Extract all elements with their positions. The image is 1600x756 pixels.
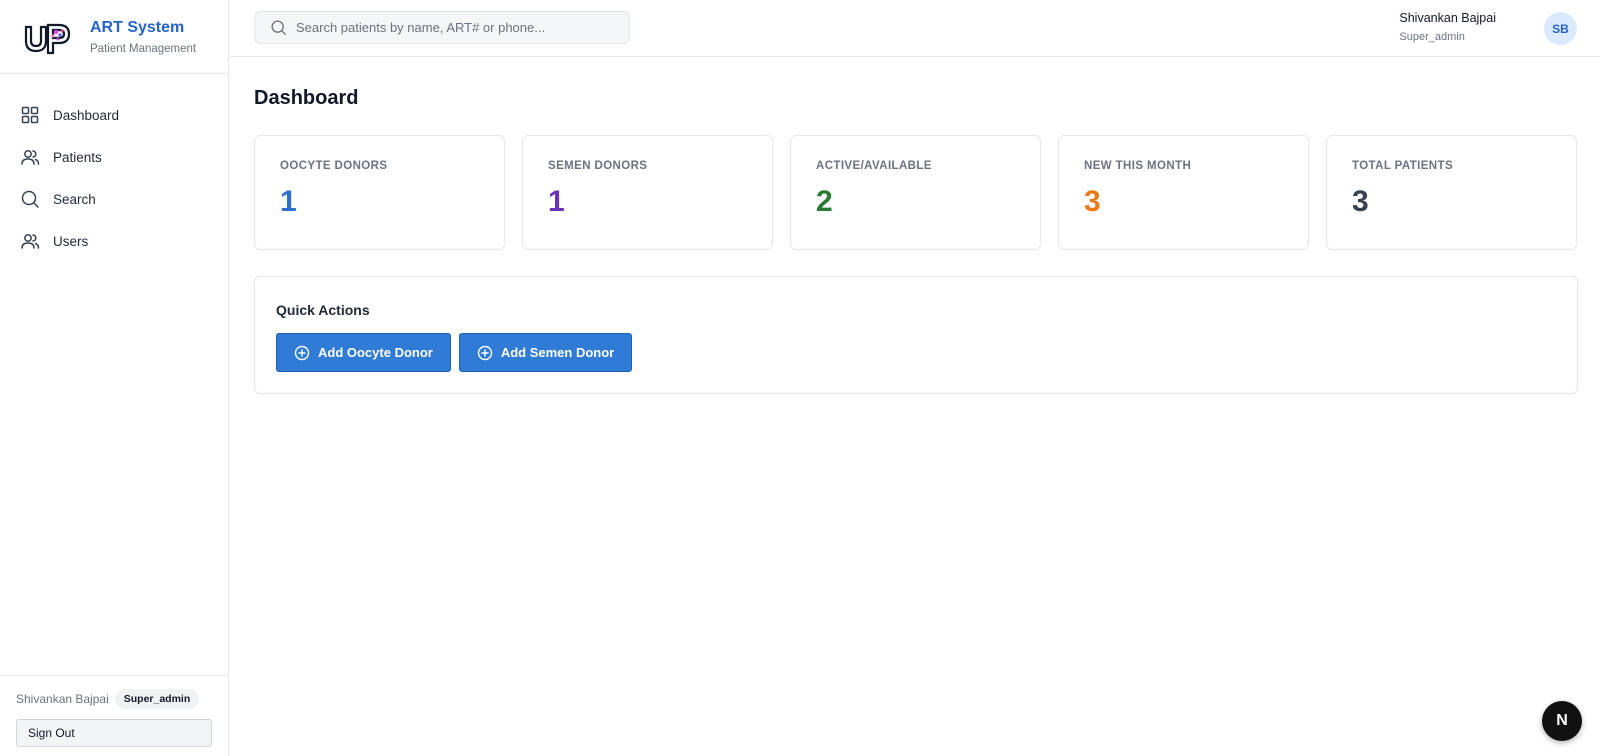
quick-actions-buttons: Add Oocyte Donor Add Semen Donor bbox=[276, 333, 1577, 372]
stat-card-semen-donors: SEMEN DONORS 1 bbox=[522, 135, 773, 250]
add-oocyte-donor-button[interactable]: Add Oocyte Donor bbox=[276, 333, 451, 372]
search-icon bbox=[270, 19, 287, 36]
app-title: ART System bbox=[90, 19, 185, 36]
stat-value: 3 bbox=[1084, 185, 1101, 218]
sidebar-footer: Shivankan Bajpai Super_admin Sign Out bbox=[0, 675, 228, 756]
brand-header: ART System Patient Management bbox=[0, 0, 228, 74]
sidebar-item-label: Dashboard bbox=[53, 107, 120, 123]
sidebar-item-users[interactable]: Users bbox=[0, 220, 228, 262]
button-label: Add Semen Donor bbox=[500, 345, 615, 360]
sidebar-user-name: Shivankan Bajpai bbox=[16, 692, 109, 706]
sidebar-user: Shivankan Bajpai Super_admin bbox=[16, 689, 212, 709]
search-bar bbox=[254, 11, 630, 44]
app-subtitle: Patient Management bbox=[90, 43, 197, 55]
page-title: Dashboard bbox=[254, 87, 359, 109]
brand-text: ART System Patient Management bbox=[90, 18, 196, 55]
role-badge: Super_admin bbox=[114, 689, 200, 709]
stat-value: 1 bbox=[548, 185, 565, 218]
plus-circle-icon bbox=[477, 345, 493, 361]
main-content: Dashboard OOCYTE DONORS 1 SEMEN DONORS 1… bbox=[254, 57, 1578, 394]
sign-out-button[interactable]: Sign Out bbox=[16, 719, 212, 747]
search-input[interactable] bbox=[296, 20, 616, 35]
quick-actions-title: Quick Actions bbox=[276, 302, 370, 318]
stat-card-total-patients: TOTAL PATIENTS 3 bbox=[1326, 135, 1577, 250]
stat-card-new-this-month: NEW THIS MONTH 3 bbox=[1058, 135, 1309, 250]
sidebar-item-patients[interactable]: Patients bbox=[0, 136, 228, 178]
sidebar-nav: Dashboard Patients Search Users bbox=[0, 74, 228, 262]
users-icon bbox=[20, 147, 40, 167]
stat-value: 3 bbox=[1352, 185, 1369, 218]
sidebar-item-dashboard[interactable]: Dashboard bbox=[0, 94, 228, 136]
top-user-info: Shivankan Bajpai Super_admin bbox=[1399, 11, 1496, 43]
stat-value: 1 bbox=[280, 185, 297, 218]
button-label: Add Oocyte Donor bbox=[318, 345, 433, 360]
stat-card-active-available: ACTIVE/AVAILABLE 2 bbox=[790, 135, 1041, 250]
top-user-role: Super_admin bbox=[1399, 31, 1465, 43]
sidebar: ART System Patient Management Dashboard … bbox=[0, 0, 229, 756]
plus-circle-icon bbox=[294, 345, 310, 361]
topbar: Shivankan Bajpai Super_admin SB bbox=[229, 0, 1600, 57]
stat-card-oocyte-donors: OOCYTE DONORS 1 bbox=[254, 135, 505, 250]
top-user-name: Shivankan Bajpai bbox=[1399, 11, 1496, 25]
sidebar-item-label: Patients bbox=[53, 149, 102, 165]
stat-label: TOTAL PATIENTS bbox=[1352, 160, 1454, 172]
sidebar-item-search[interactable]: Search bbox=[0, 178, 228, 220]
grid-icon bbox=[20, 105, 40, 125]
users-icon bbox=[20, 231, 40, 251]
stats-row: OOCYTE DONORS 1 SEMEN DONORS 1 ACTIVE/AV… bbox=[254, 135, 1578, 250]
stat-label: NEW THIS MONTH bbox=[1084, 160, 1192, 172]
sidebar-item-label: Users bbox=[53, 233, 89, 249]
avatar[interactable]: SB bbox=[1544, 12, 1577, 45]
stat-label: OOCYTE DONORS bbox=[280, 160, 388, 172]
quick-actions-panel: Quick Actions Add Oocyte Donor Add Semen… bbox=[254, 276, 1578, 394]
stat-value: 2 bbox=[816, 185, 833, 218]
sidebar-item-label: Search bbox=[53, 191, 96, 207]
stat-label: ACTIVE/AVAILABLE bbox=[816, 160, 932, 172]
floating-action-button[interactable]: N bbox=[1542, 701, 1582, 741]
stat-label: SEMEN DONORS bbox=[548, 160, 648, 172]
app-logo[interactable] bbox=[22, 17, 76, 57]
add-semen-donor-button[interactable]: Add Semen Donor bbox=[458, 333, 633, 372]
search-icon bbox=[20, 189, 40, 209]
